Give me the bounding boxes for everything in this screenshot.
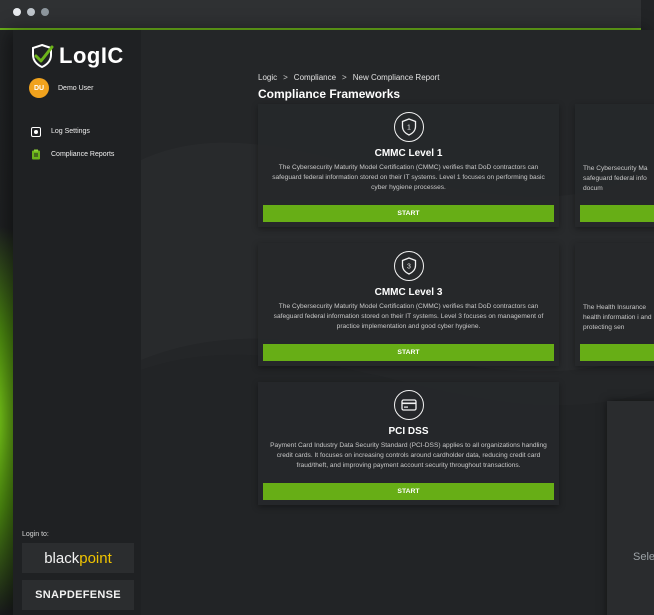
card-description: The Cybersecurity Ma safeguard federal i…: [583, 165, 648, 192]
gear-icon: [31, 126, 41, 137]
logo[interactable]: LogIC: [29, 42, 124, 70]
avatar: DU: [29, 78, 49, 98]
title-bar: [0, 0, 641, 30]
panel-select-text: Select: [633, 551, 654, 563]
window-maximize-dot[interactable]: [41, 8, 49, 16]
side-panel: Select: [607, 401, 654, 615]
user-name: Demo User: [58, 84, 94, 92]
credit-card-icon: [393, 390, 424, 420]
card-description: The Cybersecurity Maturity Model Certifi…: [273, 303, 544, 330]
start-button-cmmc-level-1[interactable]: START: [263, 205, 554, 222]
framework-card-cmmc-level-3: 3 CMMC Level 3 The Cybersecurity Maturit…: [258, 243, 559, 366]
breadcrumb-link-logic[interactable]: Logic: [258, 73, 277, 82]
logo-text: LogIC: [59, 43, 124, 68]
shield-1-icon: 1: [393, 112, 424, 142]
shield-check-icon: [32, 43, 54, 69]
card-title: CMMC Level 1: [374, 148, 443, 159]
framework-card-partial-1: The Cybersecurity Ma safeguard federal i…: [575, 104, 654, 227]
chevron-right-icon: >: [342, 73, 347, 82]
start-button-partial-1[interactable]: [580, 205, 654, 222]
blackpoint-text-a: black: [44, 549, 80, 567]
card-title: CMMC Level 3: [374, 287, 443, 298]
framework-card-pci-dss: PCI DSS Payment Card Industry Data Secur…: [258, 382, 559, 505]
start-button-partial-2[interactable]: [580, 344, 654, 361]
login-to-label: Login to:: [22, 531, 49, 538]
app-window: LogIC DU Demo User Log Settings Complian…: [13, 30, 654, 615]
chevron-right-icon: >: [283, 73, 288, 82]
framework-card-partial-2: The Health Insurance health information …: [575, 243, 654, 366]
sidebar-item-log-settings[interactable]: Log Settings: [13, 120, 141, 143]
framework-card-cmmc-level-1: 1 CMMC Level 1 The Cybersecurity Maturit…: [258, 104, 559, 227]
card-description: Payment Card Industry Data Security Stan…: [270, 442, 547, 469]
blackpoint-login-button[interactable]: black point: [22, 543, 134, 573]
sidebar: LogIC DU Demo User Log Settings Complian…: [13, 30, 141, 615]
breadcrumb: Logic > Compliance > New Compliance Repo…: [258, 73, 439, 82]
blackpoint-text-b: point: [79, 549, 112, 567]
shield-badge-number: 3: [407, 264, 411, 271]
card-description: The Cybersecurity Maturity Model Certifi…: [272, 164, 545, 191]
user-profile[interactable]: DU Demo User: [29, 78, 93, 98]
sidebar-item-label: Log Settings: [51, 128, 90, 135]
start-button-pci-dss[interactable]: START: [263, 483, 554, 500]
sidebar-item-label: Compliance Reports: [51, 151, 115, 158]
breadcrumb-link-compliance[interactable]: Compliance: [294, 73, 336, 82]
page-title: Compliance Frameworks: [258, 87, 401, 101]
window-close-dot[interactable]: [13, 8, 21, 16]
sidebar-item-compliance-reports[interactable]: Compliance Reports: [13, 143, 141, 166]
breadcrumb-current: New Compliance Report: [352, 73, 440, 82]
snapdefense-login-button[interactable]: SNAPDEFENSE: [22, 580, 134, 610]
clipboard-icon: [31, 149, 41, 160]
card-description: The Health Insurance health information …: [583, 304, 652, 331]
card-title: PCI DSS: [388, 426, 429, 437]
sidebar-nav: Log Settings Compliance Reports: [13, 120, 141, 166]
window-minimize-dot[interactable]: [27, 8, 35, 16]
shield-badge-number: 1: [407, 125, 411, 132]
main-content: Logic > Compliance > New Compliance Repo…: [141, 30, 654, 615]
start-button-cmmc-level-3[interactable]: START: [263, 344, 554, 361]
shield-3-icon: 3: [393, 251, 424, 281]
